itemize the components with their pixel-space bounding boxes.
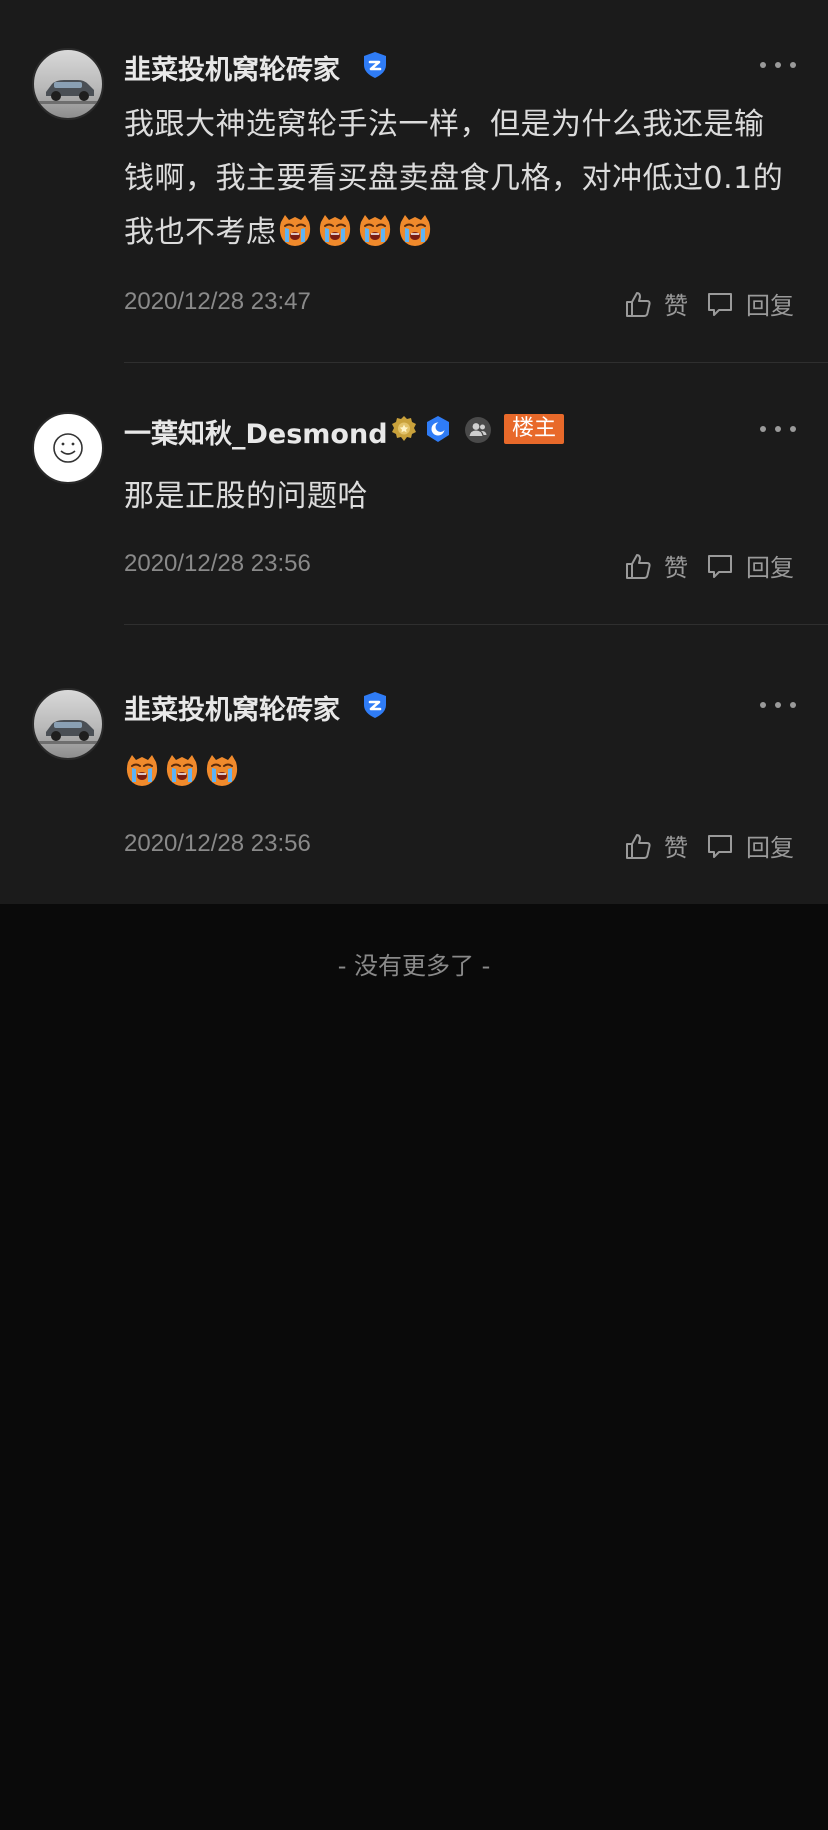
comment-icon	[708, 292, 732, 316]
crying-emoji-icon	[319, 215, 350, 246]
more-dots-icon[interactable]	[760, 60, 796, 70]
car-avatar-icon	[38, 720, 102, 744]
comment-text	[124, 746, 794, 800]
crying-emoji-icon	[359, 215, 390, 246]
like-button[interactable]: 赞	[624, 548, 688, 583]
comment-actions: 赞 回复	[624, 828, 794, 863]
reply-label: 回复	[746, 834, 794, 862]
crying-emoji-icon	[126, 755, 158, 786]
timestamp: 2020/12/28 23:47	[124, 288, 311, 315]
smile-avatar-icon	[53, 433, 83, 463]
verified-shield-icon	[362, 691, 388, 723]
comment-text-body: 我跟大神选窝轮手法一样，但是为什么我还是输钱啊，我主要看买盘卖盘食几格，对冲低过…	[124, 107, 784, 250]
blue-circle-badge-icon	[424, 415, 452, 447]
reply-button[interactable]: 回复	[706, 828, 794, 863]
emoji-group	[277, 215, 437, 250]
crying-emoji-icon	[399, 215, 430, 246]
like-button[interactable]: 赞	[624, 828, 688, 863]
reply-label: 回复	[746, 554, 794, 582]
avatar[interactable]	[32, 48, 104, 120]
comment-actions: 赞 回复	[624, 548, 794, 583]
comment-icon	[708, 834, 732, 858]
reply-button[interactable]: 回复	[706, 548, 794, 583]
more-dots-icon[interactable]	[760, 424, 796, 434]
thumb-up-icon	[626, 291, 651, 317]
reply-button[interactable]: 回复	[706, 286, 794, 321]
divider	[124, 624, 828, 625]
like-label: 赞	[664, 834, 688, 862]
more-dots-icon[interactable]	[760, 700, 796, 710]
crying-emoji-icon	[279, 215, 310, 246]
comment-text: 那是正股的问题哈	[124, 479, 368, 514]
username[interactable]: 韭菜投机窝轮砖家	[124, 688, 340, 727]
like-button[interactable]: 赞	[624, 286, 688, 321]
verified-shield-icon	[362, 51, 388, 83]
no-more-footer: - 没有更多了 -	[337, 952, 491, 980]
thumb-up-icon	[626, 553, 651, 579]
comments-panel: 韭菜投机窝轮砖家 我跟大神选窝轮手法一样，但是为什么我还是输钱啊，我主要看买盘卖…	[0, 0, 828, 904]
crying-emoji-icon	[206, 755, 238, 786]
comment-actions: 赞 回复	[624, 286, 794, 321]
op-tag: 楼主	[504, 414, 565, 444]
avatar[interactable]	[32, 412, 104, 484]
divider	[124, 362, 828, 363]
comment-icon	[708, 554, 732, 578]
avatar[interactable]	[32, 688, 104, 760]
crying-emoji-icon	[166, 755, 198, 786]
car-avatar-icon	[38, 80, 102, 104]
username[interactable]: 一葉知秋_Desmond	[124, 412, 388, 451]
timestamp: 2020/12/28 23:56	[124, 550, 311, 577]
thumb-up-icon	[626, 833, 651, 859]
username[interactable]: 韭菜投机窝轮砖家	[124, 48, 340, 87]
emoji-group	[124, 755, 244, 790]
gold-medal-icon	[390, 415, 418, 447]
like-label: 赞	[664, 554, 688, 582]
like-label: 赞	[664, 292, 688, 320]
reply-label: 回复	[746, 292, 794, 320]
comment-text: 我跟大神选窝轮手法一样，但是为什么我还是输钱啊，我主要看买盘卖盘食几格，对冲低过…	[124, 98, 794, 260]
group-icon	[464, 416, 492, 448]
timestamp: 2020/12/28 23:56	[124, 830, 311, 857]
